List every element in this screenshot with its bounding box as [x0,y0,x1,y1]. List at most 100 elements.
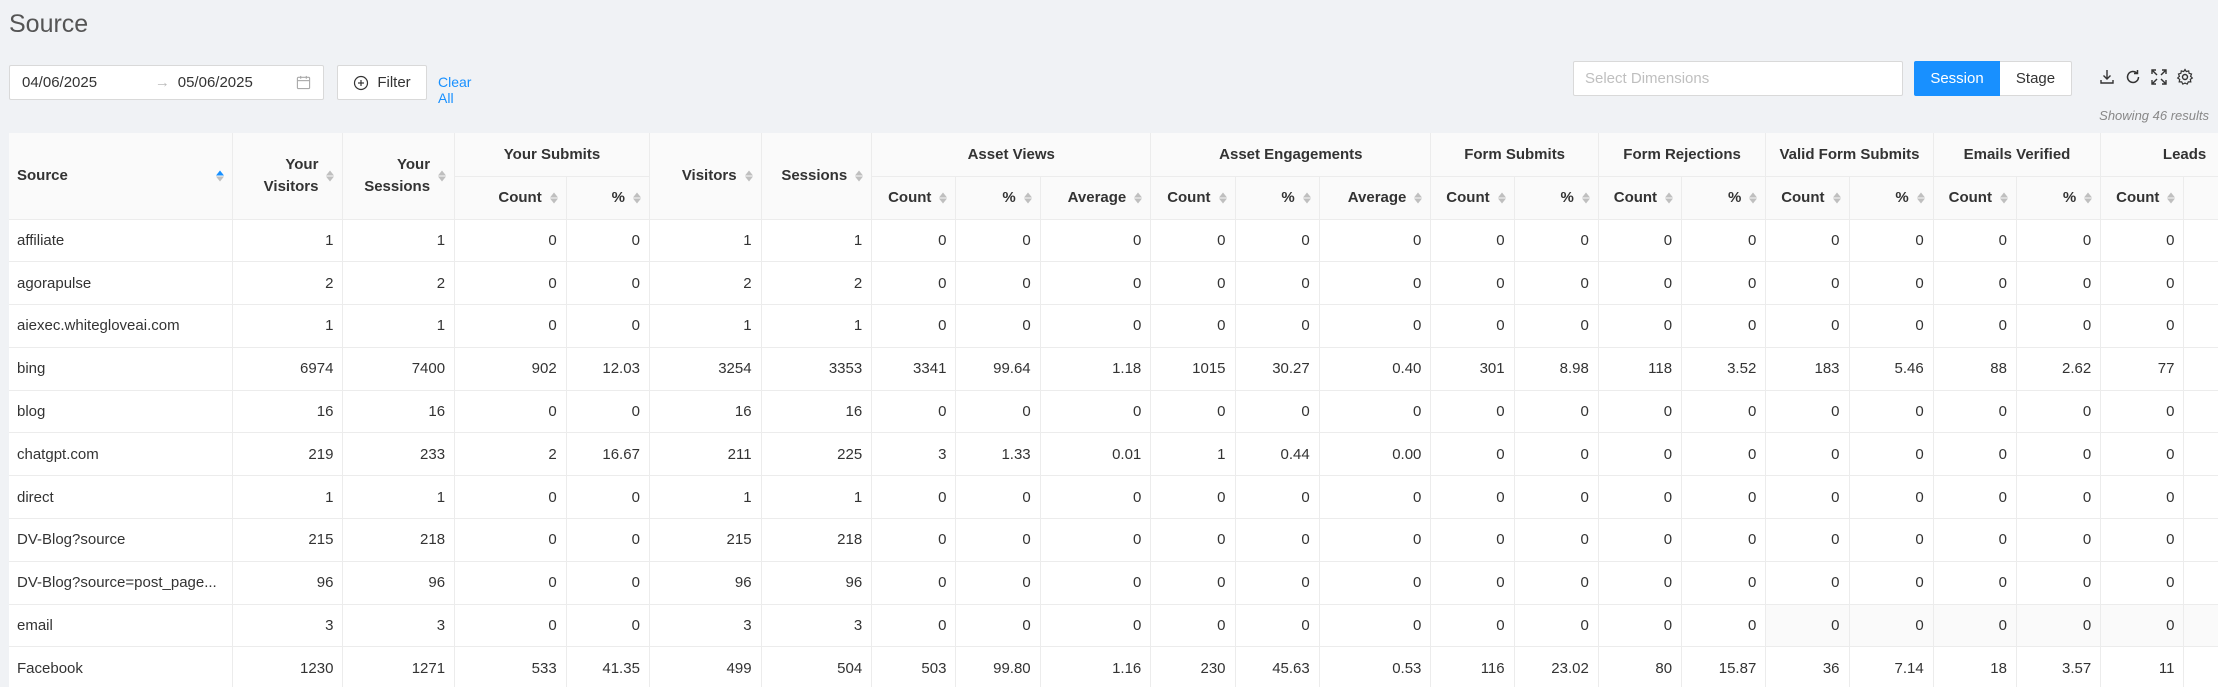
col-sessions[interactable]: Sessions [761,133,873,220]
table-cell: 0 [1849,390,1934,434]
table-cell: 211 [649,432,762,477]
table-cell: 36 [1765,646,1850,687]
table-cell: 0 [2016,304,2102,348]
arrow-right-icon: → [154,74,170,91]
col-asset-engagements-count[interactable]: Count [1150,176,1236,220]
table-cell: 96 [342,561,456,605]
sort-icon [1832,192,1841,203]
table-cell: 0 [1598,304,1683,348]
table-cell: 0 [1765,604,1850,648]
table-cell: 0 [566,561,650,605]
group-leads: Leads [2100,133,2218,177]
table-cell: 0 [1514,219,1599,263]
filter-button[interactable]: Filter [337,65,427,100]
table-row[interactable]: bing 6974 7400 902 12.03 3254 3353 3341 99.64 1.1… [9,347,2218,391]
col-form-submits-count[interactable]: Count [1430,176,1515,220]
sort-icon [939,192,948,203]
table-cell: 0 [1319,304,1432,348]
session-button[interactable]: Session [1914,61,2000,96]
table-cell: 0 [1849,432,1934,477]
table-cell: 2 [342,261,456,306]
date-to[interactable]: 05/06/2025 [178,74,296,91]
col-your-submits-count[interactable]: Count [454,176,567,220]
table-row[interactable]: DV-Blog?source=post_page... 96 96 0 0 96 96 0 0 0… [9,561,2218,605]
source-cell: Facebook [9,646,233,687]
download-icon[interactable] [2098,68,2116,86]
table-cell: 0 [1430,304,1515,348]
table-row[interactable]: aiexec.whitegloveai.com 1 1 0 0 1 1 0 0 0 0 0 0 0 0 0 0 0… [9,304,2218,348]
table-cell: 0 [1040,475,1152,520]
col-asset-views-count[interactable]: Count [871,176,957,220]
col-form-rejections-pct[interactable]: % [1681,176,1767,220]
col-source[interactable]: Source [9,133,233,220]
table-cell: 0 [1849,518,1934,562]
source-table: Source Your Visitors Your Sessions Your … [9,133,2218,687]
table-cell: 0 [1681,390,1767,434]
table-row[interactable]: direct 1 1 0 0 1 1 0 0 0 0 0 0 0 0 0 0 0 0 0 0 0 [9,475,2218,520]
table-cell [2183,604,2218,648]
table-row[interactable]: Facebook 1230 1271 533 41.35 499 504 503 99.80 1.… [9,646,2218,687]
table-cell: 0 [1040,390,1152,434]
table-cell: 0 [1430,432,1515,477]
table-cell: 8.98 [1514,347,1599,391]
fullscreen-icon[interactable] [2150,68,2168,86]
gear-icon[interactable] [2176,68,2194,86]
table-cell: 0 [1150,475,1236,520]
table-row[interactable]: chatgpt.com 219 233 2 16.67 211 225 3 1.33 0.01 1 0… [9,432,2218,477]
col-form-rejections-count[interactable]: Count [1598,176,1683,220]
table-cell: 0 [1319,518,1432,562]
table-cell: 0 [1681,432,1767,477]
sort-icon [1581,192,1590,203]
dimensions-select[interactable] [1573,61,1903,96]
source-cell: DV-Blog?source [9,518,233,562]
table-cell: 1 [761,475,873,520]
table-cell: 0 [1319,475,1432,520]
table-cell: 0 [454,604,567,648]
table-cell: 0 [454,518,567,562]
col-asset-views-pct[interactable]: % [955,176,1041,220]
col-emails-verified-pct[interactable]: % [2016,176,2102,220]
date-from[interactable]: 04/06/2025 [22,74,150,91]
table-cell: 1230 [232,646,344,687]
table-cell [2183,390,2218,434]
group-asset-views: Asset Views [871,133,1152,177]
col-emails-verified-count[interactable]: Count [1933,176,2017,220]
table-row[interactable]: agorapulse 2 2 0 0 2 2 0 0 0 0 0 0 0 0 0 0 0 0 0 0 0 [9,261,2218,306]
col-valid-form-submits-count[interactable]: Count [1765,176,1850,220]
date-range-picker[interactable]: 04/06/2025 → 05/06/2025 [9,65,324,100]
view-toggle: Session Stage [1914,61,2072,96]
table-cell: 0 [1849,475,1934,520]
table-cell: 3 [761,604,873,648]
table-cell: 219 [232,432,344,477]
col-form-submits-pct[interactable]: % [1514,176,1599,220]
col-leads-count[interactable]: Count [2100,176,2185,220]
table-cell: 0 [1933,561,2017,605]
sort-icon [744,170,753,182]
table-cell: 0 [1765,304,1850,348]
col-asset-engagements-pct[interactable]: % [1235,176,1320,220]
table-row[interactable]: DV-Blog?source 215 218 0 0 215 218 0 0 0 0 0 0 0 0 0 0 0 0… [9,518,2218,562]
table-cell: 5.46 [1849,347,1934,391]
table-cell: 0 [955,518,1041,562]
col-valid-form-submits-pct[interactable]: % [1849,176,1934,220]
col-visitors[interactable]: Visitors [649,133,762,220]
col-asset-views-average[interactable]: Average [1040,176,1152,220]
table-cell: 0 [871,475,957,520]
clear-all-link[interactable]: Clear All [438,74,471,106]
table-row[interactable]: affiliate 1 1 0 0 1 1 0 0 0 0 0 0 0 0 0 0 0 0 0 0 0 [9,219,2218,263]
table-cell [2183,475,2218,520]
table-row[interactable]: blog 16 16 0 0 16 16 0 0 0 0 0 0 0 0 0 0 0 0 0 0 0 [9,390,2218,434]
col-your-sessions[interactable]: Your Sessions [342,133,456,220]
col-your-visitors[interactable]: Your Visitors [232,133,344,220]
table-cell: 1 [649,219,762,263]
refresh-icon[interactable] [2124,68,2142,86]
table-cell: 3 [649,604,762,648]
table-cell: 0 [1514,604,1599,648]
col-asset-engagements-average[interactable]: Average [1319,176,1432,220]
table-cell: 0 [1430,604,1515,648]
table-row[interactable]: email 3 3 0 0 3 3 0 0 0 0 0 0 0 0 0 0 0 0 0 0 0 [9,604,2218,648]
col-leads-pct[interactable]: % [2183,176,2218,220]
stage-button[interactable]: Stage [2000,61,2072,96]
sort-icon [549,192,558,203]
col-your-submits-pct[interactable]: % [566,176,650,220]
